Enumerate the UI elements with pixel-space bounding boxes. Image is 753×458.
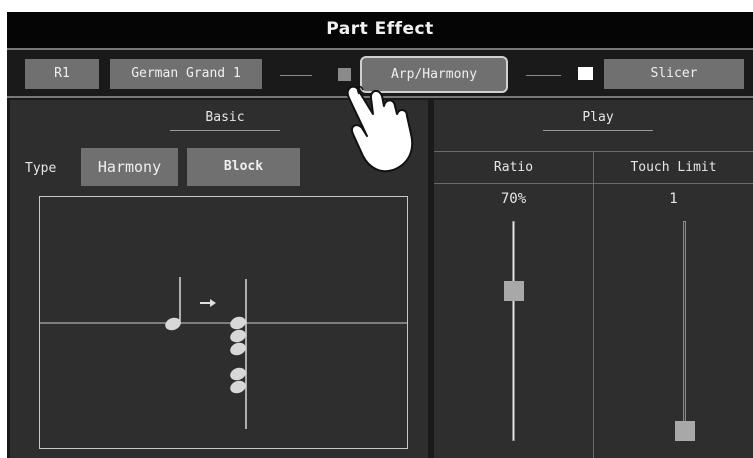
touch-limit-value: 1 xyxy=(669,191,678,207)
slicer-button[interactable]: Slicer xyxy=(604,59,744,89)
part-button[interactable]: R1 xyxy=(25,59,99,89)
notation-area xyxy=(39,196,408,449)
arrow-right-icon xyxy=(200,299,216,307)
basic-section-title: Basic xyxy=(205,110,245,125)
slider-track xyxy=(683,221,686,441)
section-underline xyxy=(170,130,280,131)
ratio-label: Ratio xyxy=(493,160,534,175)
voice-button[interactable]: German Grand 1 xyxy=(110,59,262,89)
slicer-toggle[interactable] xyxy=(578,67,593,80)
type-label: Type xyxy=(25,161,57,176)
ratio-slider[interactable] xyxy=(504,221,524,441)
part-effect-screen: Part Effect R1 German Grand 1 Arp/Harmon… xyxy=(7,12,753,458)
touch-limit-slider[interactable] xyxy=(675,221,695,441)
slider-thumb[interactable] xyxy=(675,421,695,441)
connector-line xyxy=(526,75,561,76)
notation-svg xyxy=(40,277,407,429)
slider-thumb[interactable] xyxy=(504,281,524,301)
page-title: Part Effect xyxy=(326,19,434,39)
connector-line xyxy=(280,75,312,76)
play-panel: Play Ratio Touch Limit 70% 1 xyxy=(434,100,753,458)
label-divider xyxy=(434,183,753,184)
touch-limit-label: Touch Limit xyxy=(630,160,717,175)
chord-icon xyxy=(230,279,247,429)
note-icon xyxy=(165,277,181,331)
ratio-value: 70% xyxy=(500,191,527,207)
play-section-title: Play xyxy=(582,110,614,125)
title-bar: Part Effect xyxy=(7,12,753,48)
pointing-hand-icon xyxy=(346,85,414,173)
type-select[interactable]: Harmony xyxy=(81,148,178,186)
section-underline xyxy=(543,130,653,131)
slider-track xyxy=(512,221,515,441)
block-button[interactable]: Block xyxy=(187,148,300,186)
